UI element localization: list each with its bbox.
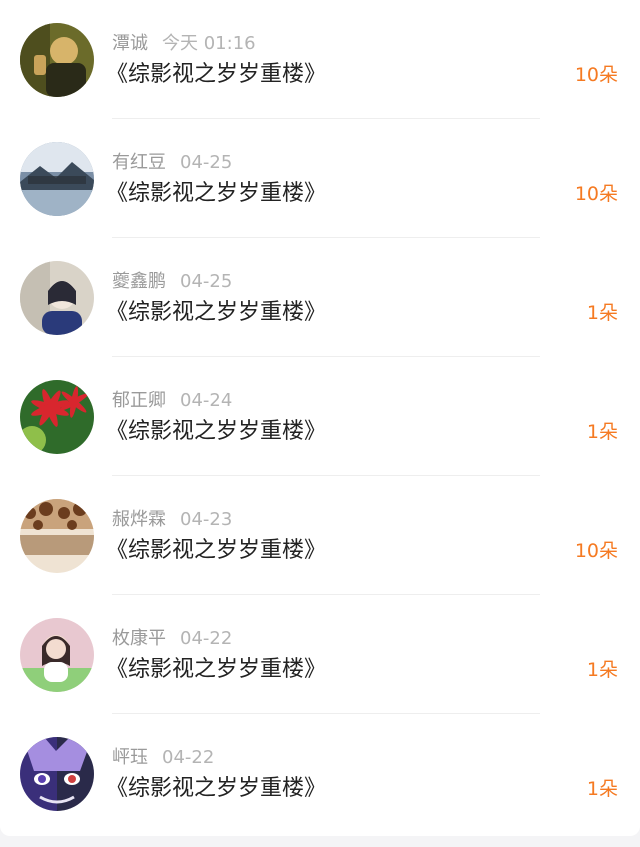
book-title: 《综影视之岁岁重楼》 [106, 62, 327, 87]
avatar-girl-garden-icon[interactable] [20, 618, 94, 692]
gift-amount: 1朵 [586, 659, 618, 681]
gift-amount: 10朵 [574, 64, 618, 86]
name-line: 枚康平 04-22 [112, 627, 232, 651]
list-item[interactable]: 枚康平 04-22 《综影视之岁岁重楼》 1朵 [0, 595, 640, 714]
gift-amount: 1朵 [586, 421, 618, 443]
bottom-background [0, 836, 640, 847]
list-item[interactable]: 有红豆 04-25 《综影视之岁岁重楼》 10朵 [0, 119, 640, 238]
timestamp: 04-22 [162, 747, 215, 768]
book-title: 《综影视之岁岁重楼》 [106, 538, 327, 563]
name-line: 郁正卿 04-24 [112, 389, 232, 413]
avatar-girl-portrait-icon[interactable] [20, 261, 94, 335]
timestamp: 04-25 [180, 271, 233, 292]
book-title: 《综影视之岁岁重楼》 [106, 657, 327, 682]
book-title: 《综影视之岁岁重楼》 [106, 419, 327, 444]
timestamp: 04-22 [180, 628, 233, 649]
name-line: 有红豆 04-25 [112, 151, 232, 175]
list-item[interactable]: 赧烨霖 04-23 《综影视之岁岁重楼》 10朵 [0, 476, 640, 595]
name-line: 赧烨霖 04-23 [112, 508, 232, 532]
name-line: 潭诚 今天 01:16 [112, 32, 256, 56]
gift-record-list: 潭诚 今天 01:16 《综影视之岁岁重楼》 10朵 有红豆 04-25 《综影视之… [0, 0, 640, 836]
timestamp: 04-24 [180, 390, 233, 411]
timestamp: 04-23 [180, 509, 233, 530]
name-line: 夔鑫鹏 04-25 [112, 270, 232, 294]
gift-amount: 1朵 [586, 778, 618, 800]
avatar-dessert-icon[interactable] [20, 499, 94, 573]
book-title: 《综影视之岁岁重楼》 [106, 776, 327, 801]
user-name: 有红豆 [112, 152, 166, 173]
user-name: 郁正卿 [112, 390, 166, 411]
user-name: 枚康平 [112, 628, 166, 649]
gift-amount: 10朵 [574, 540, 618, 562]
list-item[interactable]: 郁正卿 04-24 《综影视之岁岁重楼》 1朵 [0, 357, 640, 476]
timestamp: 04-25 [180, 152, 233, 173]
avatar-mountain-lake-icon[interactable] [20, 142, 94, 216]
timestamp: 今天 01:16 [162, 33, 256, 54]
book-title: 《综影视之岁岁重楼》 [106, 300, 327, 325]
user-name: 夔鑫鹏 [112, 271, 166, 292]
list-item[interactable]: 岼珏 04-22 《综影视之岁岁重楼》 1朵 [0, 714, 640, 833]
book-title: 《综影视之岁岁重楼》 [106, 181, 327, 206]
avatar-anime-character-icon[interactable] [20, 737, 94, 811]
user-name: 赧烨霖 [112, 509, 166, 530]
list-item[interactable]: 夔鑫鹏 04-25 《综影视之岁岁重楼》 1朵 [0, 238, 640, 357]
avatar-smoking-man-icon[interactable] [20, 23, 94, 97]
user-name: 潭诚 [112, 33, 148, 54]
avatar-red-flower-icon[interactable] [20, 380, 94, 454]
gift-amount: 1朵 [586, 302, 618, 324]
gift-amount: 10朵 [574, 183, 618, 205]
name-line: 岼珏 04-22 [112, 746, 214, 770]
list-item[interactable]: 潭诚 今天 01:16 《综影视之岁岁重楼》 10朵 [0, 0, 640, 119]
user-name: 岼珏 [112, 747, 148, 768]
